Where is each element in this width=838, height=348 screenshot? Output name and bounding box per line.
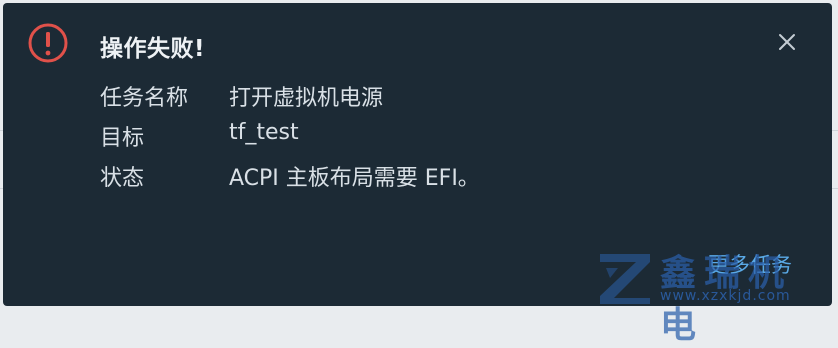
detail-label: 任务名称 [100,86,189,111]
detail-label: 状态 [100,166,145,191]
detail-value: tf_test [229,120,299,145]
notification-title: 操作失败! [100,36,205,62]
close-icon[interactable] [774,29,800,55]
more-tasks-link[interactable]: 更多任务 [708,249,792,279]
detail-label: 目标 [100,126,145,151]
error-circle-icon [28,23,68,63]
detail-value: 打开虚拟机电源 [229,86,384,111]
detail-value: ACPI 主板布局需要 EFI。 [229,166,480,191]
error-notification: 操作失败! 任务名称 打开虚拟机电源 目标 tf_test 状态 ACPI 主板… [3,3,832,306]
